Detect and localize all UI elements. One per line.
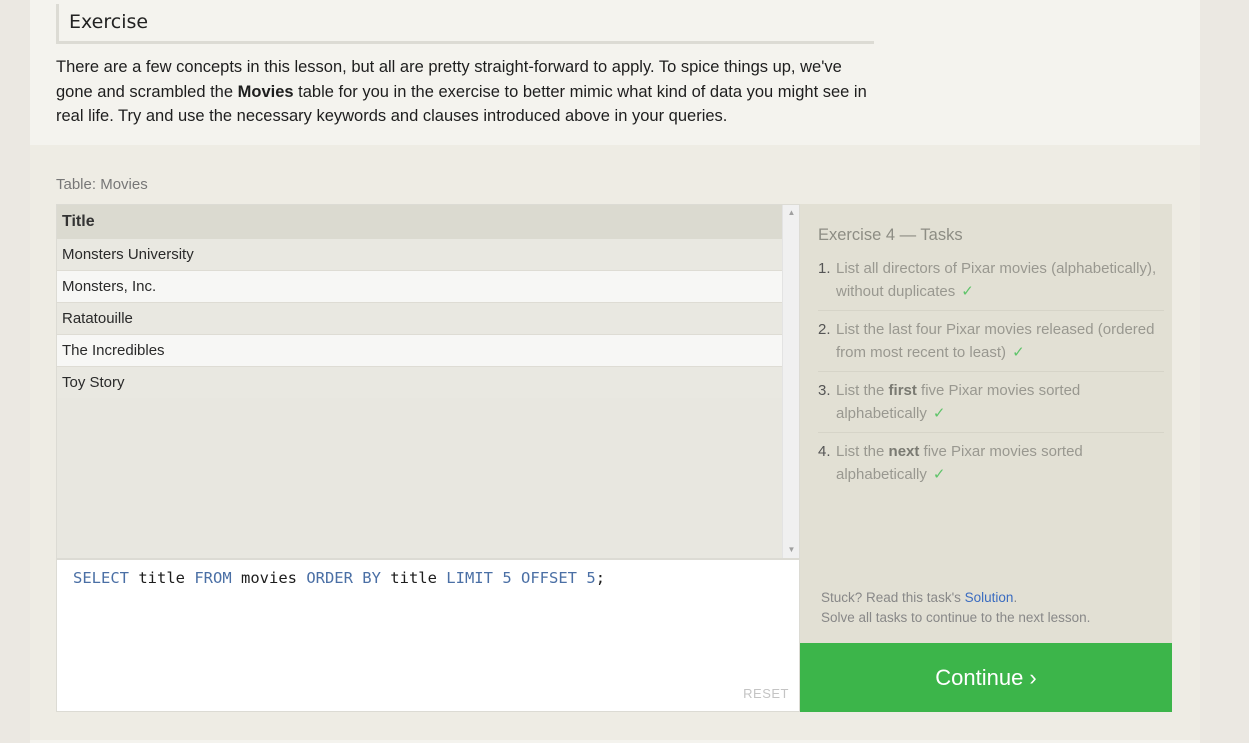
results-scrollbar[interactable]: ▲ ▼ — [782, 205, 799, 558]
table-row: The Incredibles — [57, 335, 783, 367]
sql-query-code[interactable]: SELECT title FROM movies ORDER BY title … — [73, 569, 605, 587]
sql-token: title — [129, 569, 195, 587]
intro-bold-movies: Movies — [237, 82, 294, 101]
stuck-suffix: . — [1013, 590, 1018, 605]
column-header-title: Title — [57, 205, 783, 239]
task-item: 2. List the last four Pixar movies releas… — [818, 318, 1164, 372]
check-icon: ✓ — [1012, 344, 1025, 361]
table-row: Monsters University — [57, 239, 783, 271]
exercise-heading: Exercise — [56, 4, 874, 44]
task-item: 1. List all directors of Pixar movies (al… — [818, 257, 1164, 311]
sql-token: ; — [595, 569, 606, 587]
sql-number: 5 — [586, 569, 596, 587]
reset-button[interactable]: RESET — [743, 686, 789, 701]
task-text-bold: next — [888, 443, 920, 460]
task-text: List the — [836, 443, 889, 460]
scroll-up-arrow-icon[interactable]: ▲ — [783, 207, 799, 219]
intro-paragraph: There are a few concepts in this lesson,… — [56, 55, 876, 129]
task-text: List the — [836, 382, 889, 399]
stuck-line2: Solve all tasks to continue to the next … — [821, 610, 1091, 625]
task-number: 3. — [818, 382, 831, 399]
sql-keyword: ORDER BY — [306, 569, 381, 587]
tasks-panel: Exercise 4 — Tasks 1. List all directors … — [800, 204, 1172, 643]
sql-keyword: LIMIT — [446, 569, 493, 587]
task-text: List the last four Pixar movies released… — [836, 321, 1155, 361]
sql-number: 5 — [502, 569, 512, 587]
table-row: Toy Story — [57, 367, 783, 398]
tasks-title: Exercise 4 — Tasks — [818, 226, 963, 244]
task-item: 3. List the first five Pixar movies sorte… — [818, 379, 1164, 433]
sql-keyword: SELECT — [73, 569, 129, 587]
results-table[interactable]: Title Monsters University Monsters, Inc.… — [56, 204, 800, 559]
exercise-area: Table: Movies Title Monsters University … — [30, 145, 1200, 740]
tasks-list: 1. List all directors of Pixar movies (al… — [818, 257, 1164, 500]
task-number: 4. — [818, 443, 831, 460]
stuck-prefix: Stuck? Read this task's — [821, 590, 965, 605]
task-text: List all directors of Pixar movies (alph… — [836, 260, 1157, 300]
task-number: 1. — [818, 260, 831, 277]
continue-button[interactable]: Continue › — [800, 643, 1172, 712]
table-row: Ratatouille — [57, 303, 783, 335]
table-row: Monsters, Inc. — [57, 271, 783, 303]
sql-token: title — [380, 569, 447, 587]
results-table-body: Title Monsters University Monsters, Inc.… — [57, 205, 783, 398]
table-caption: Table: Movies — [56, 176, 148, 193]
task-text-bold: first — [888, 382, 917, 399]
lesson-intro-section: Exercise There are a few concepts in thi… — [30, 0, 1200, 145]
stuck-hint: Stuck? Read this task's Solution. Solve … — [821, 588, 1090, 628]
lesson-page: Exercise There are a few concepts in thi… — [30, 0, 1200, 743]
sql-keyword: OFFSET — [521, 569, 577, 587]
check-icon: ✓ — [932, 405, 946, 422]
sql-editor[interactable]: SELECT title FROM movies ORDER BY title … — [56, 559, 800, 712]
task-item: 4. List the next five Pixar movies sorted… — [818, 440, 1164, 493]
scroll-down-arrow-icon[interactable]: ▼ — [783, 544, 799, 556]
task-number: 2. — [818, 321, 831, 338]
sql-keyword: FROM — [194, 569, 232, 587]
solution-link[interactable]: Solution — [965, 590, 1014, 605]
check-icon: ✓ — [961, 283, 974, 300]
check-icon: ✓ — [932, 466, 946, 483]
sql-token: movies — [231, 569, 307, 587]
